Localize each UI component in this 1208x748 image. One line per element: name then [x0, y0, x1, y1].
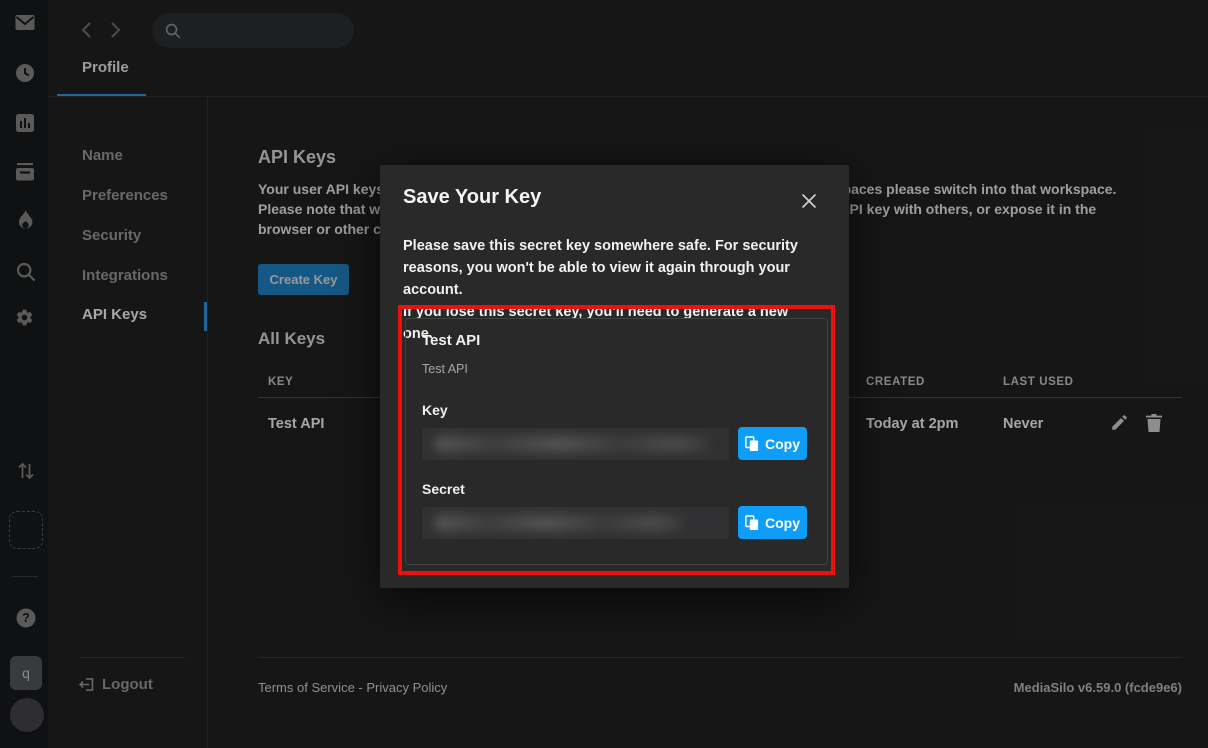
copy-icon — [745, 515, 759, 531]
api-secret-field-masked[interactable] — [422, 507, 729, 539]
key-panel: Test API Test API Key Copy Secret — [405, 318, 828, 565]
blurred-key-value — [434, 436, 709, 452]
key-field-label: Key — [422, 402, 811, 418]
copy-label: Copy — [765, 436, 800, 452]
key-subtitle: Test API — [422, 362, 811, 376]
blurred-secret-value — [434, 515, 684, 531]
copy-label: Copy — [765, 515, 800, 531]
annotation-highlight-box: Test API Test API Key Copy Secret — [398, 305, 835, 575]
secret-field-label: Secret — [422, 481, 811, 497]
copy-secret-button[interactable]: Copy — [738, 506, 807, 539]
copy-key-button[interactable]: Copy — [738, 427, 807, 460]
modal-title: Save Your Key — [403, 186, 541, 209]
api-key-field-masked[interactable] — [422, 428, 729, 460]
key-name: Test API — [422, 332, 811, 349]
mediasilo-app: ? q Profile Name Preferences Security In… — [0, 0, 1208, 748]
copy-icon — [745, 436, 759, 452]
save-your-key-modal: Save Your Key Please save this secret ke… — [380, 165, 849, 588]
close-icon[interactable] — [799, 191, 819, 211]
